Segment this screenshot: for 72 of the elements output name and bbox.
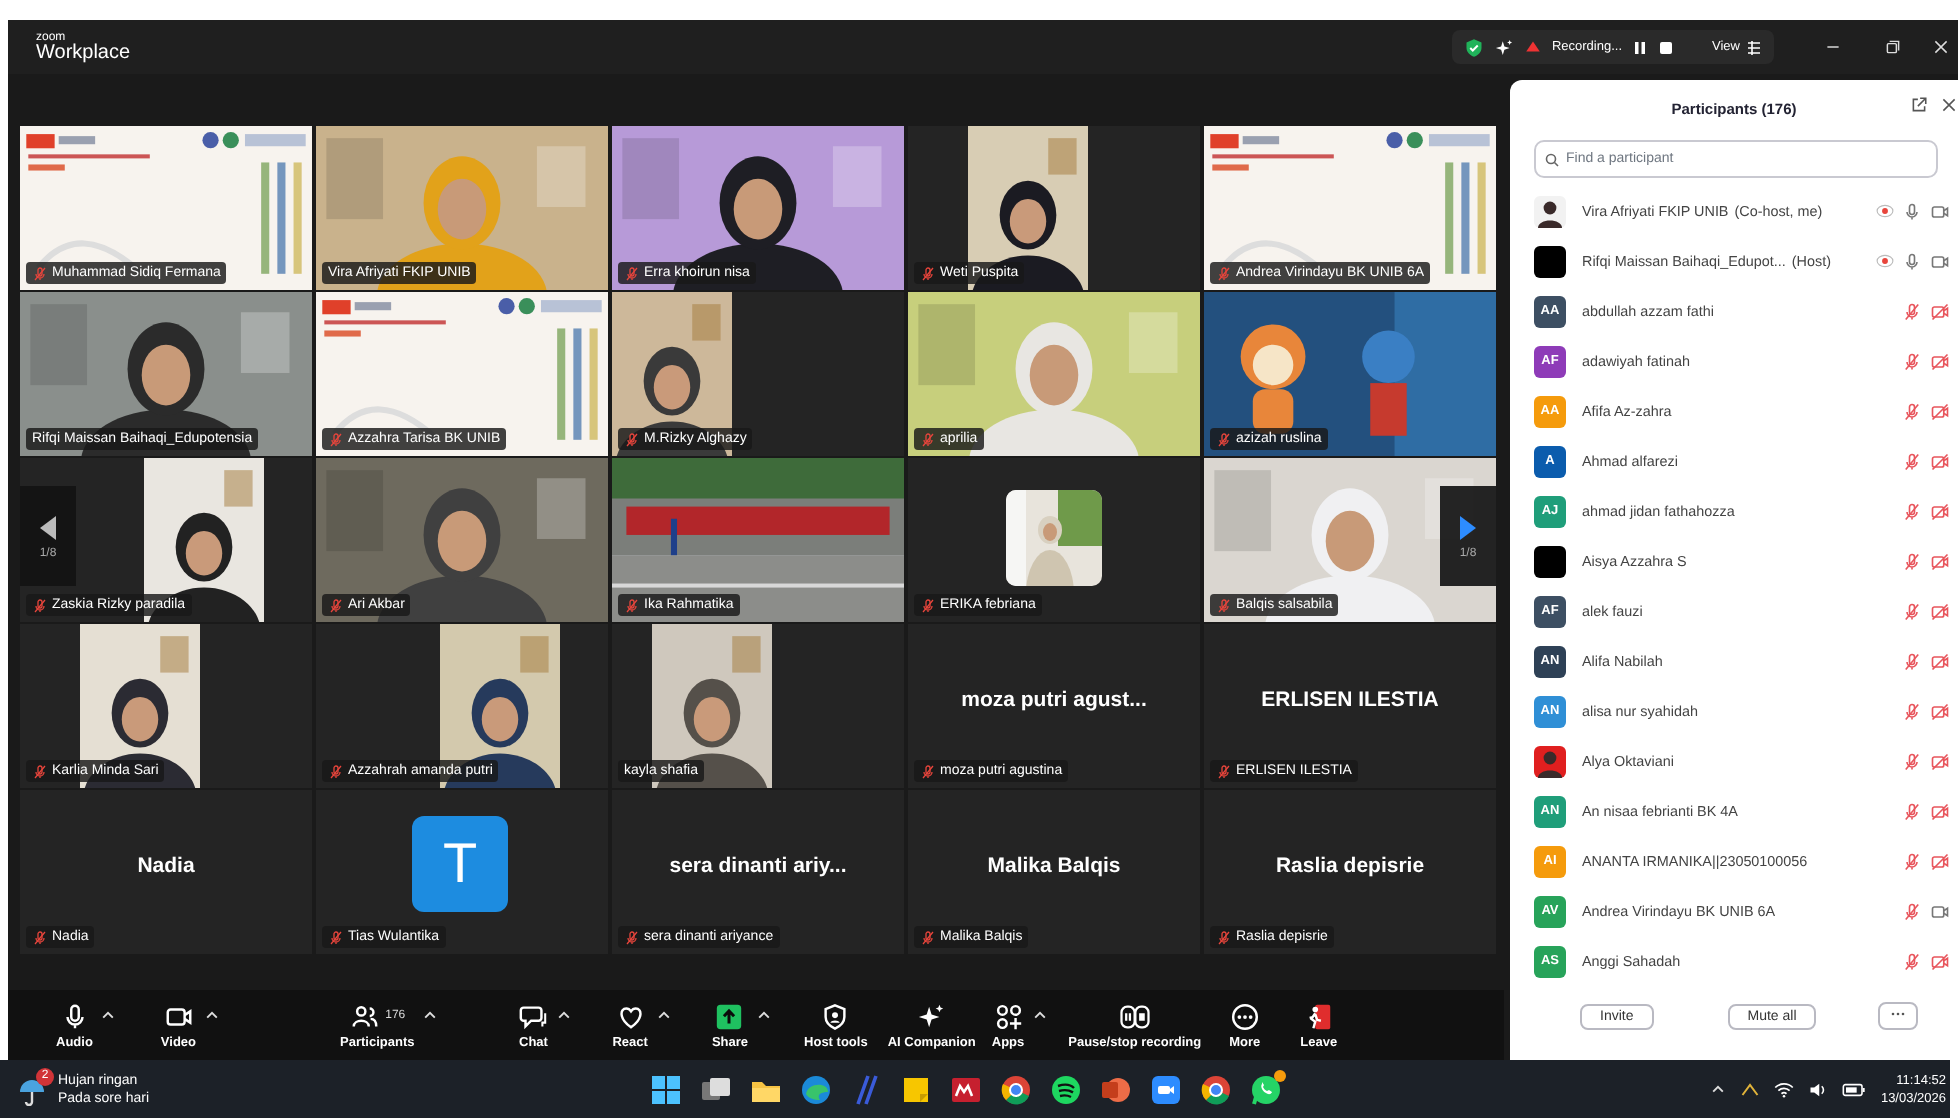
more-icon bbox=[1229, 1001, 1260, 1031]
taskbar-app[interactable] bbox=[1150, 1073, 1182, 1105]
display-name: Raslia depisrie bbox=[1273, 854, 1427, 878]
chat-icon bbox=[518, 1001, 549, 1031]
app-title: Workplace bbox=[36, 43, 131, 63]
presentation-app-icon bbox=[1100, 1073, 1132, 1105]
note-icon bbox=[900, 1073, 932, 1105]
battery-icon[interactable] bbox=[1842, 1079, 1867, 1099]
shield-icon bbox=[820, 1001, 851, 1031]
pause-icon[interactable] bbox=[1632, 39, 1649, 55]
right-arrow-icon bbox=[1456, 513, 1480, 541]
close-icon[interactable] bbox=[1940, 96, 1958, 114]
user-avatar bbox=[1534, 745, 1566, 777]
taskbar-app[interactable] bbox=[1000, 1073, 1032, 1105]
caret-icon bbox=[756, 1007, 773, 1023]
caret-icon[interactable] bbox=[1710, 1081, 1727, 1097]
display-name: moza putri agust... bbox=[959, 688, 1149, 712]
taskbar-app[interactable] bbox=[900, 1073, 932, 1105]
pause-stop-icon bbox=[1119, 1001, 1150, 1031]
apps-icon bbox=[993, 1001, 1023, 1031]
task-view-icon bbox=[700, 1073, 732, 1105]
display-name: sera dinanti ariy... bbox=[667, 854, 849, 878]
people-icon bbox=[349, 1001, 380, 1031]
browser-icon bbox=[1200, 1073, 1232, 1105]
taskbar-app[interactable] bbox=[950, 1073, 982, 1105]
sparkle-icon bbox=[916, 1001, 947, 1031]
caret-icon bbox=[655, 1007, 672, 1023]
speaker-icon[interactable] bbox=[1808, 1079, 1829, 1099]
taskbar-app[interactable] bbox=[1200, 1073, 1232, 1105]
display-name: Nadia bbox=[135, 854, 197, 878]
video-call-app-icon bbox=[1150, 1073, 1182, 1105]
caret-icon bbox=[556, 1007, 573, 1023]
letter-app-icon bbox=[950, 1073, 982, 1105]
caret-button[interactable] bbox=[756, 1007, 773, 1023]
close-icon bbox=[1931, 38, 1949, 56]
sparkle-icon bbox=[1493, 37, 1514, 57]
left-arrow-icon bbox=[36, 513, 60, 541]
taskbar-app[interactable] bbox=[800, 1073, 832, 1105]
taskbar-app[interactable] bbox=[1250, 1073, 1282, 1105]
avatar-tile: T bbox=[412, 816, 508, 912]
taskbar-app[interactable] bbox=[650, 1073, 682, 1105]
pop-out-icon[interactable] bbox=[1910, 96, 1928, 114]
windows-icon bbox=[650, 1073, 682, 1105]
user-avatar bbox=[1534, 195, 1566, 227]
wifi-icon[interactable] bbox=[1774, 1079, 1795, 1099]
more-icon bbox=[1890, 1008, 1907, 1020]
caret-icon bbox=[422, 1007, 439, 1023]
caret-button[interactable] bbox=[655, 1007, 672, 1023]
caret-button[interactable] bbox=[556, 1007, 573, 1023]
music-app-icon bbox=[1050, 1073, 1082, 1105]
taskbar-app[interactable] bbox=[700, 1073, 732, 1105]
caret-icon bbox=[100, 1007, 117, 1023]
display-name: ERLISEN ILESTIA bbox=[1259, 688, 1441, 712]
search-icon bbox=[1544, 151, 1560, 167]
chat-app-icon bbox=[1250, 1073, 1282, 1105]
browser-icon bbox=[800, 1073, 832, 1105]
restore-icon bbox=[1883, 38, 1901, 56]
display-name: Malika Balqis bbox=[985, 854, 1123, 878]
shield-icon bbox=[1463, 37, 1484, 57]
share-icon bbox=[714, 1001, 745, 1031]
caret-button[interactable] bbox=[1032, 1007, 1049, 1023]
stop-icon[interactable] bbox=[1658, 39, 1675, 55]
caret-button[interactable] bbox=[100, 1007, 117, 1023]
browser-icon bbox=[1000, 1073, 1032, 1105]
caret-button[interactable] bbox=[422, 1007, 439, 1023]
caret-icon bbox=[204, 1007, 221, 1023]
tray-icon[interactable] bbox=[1740, 1079, 1761, 1099]
caret-icon bbox=[1032, 1007, 1049, 1023]
taskbar-app[interactable] bbox=[1050, 1073, 1082, 1105]
list-icon bbox=[1746, 39, 1762, 55]
heart-icon bbox=[615, 1001, 646, 1031]
caret-button[interactable] bbox=[204, 1007, 221, 1023]
